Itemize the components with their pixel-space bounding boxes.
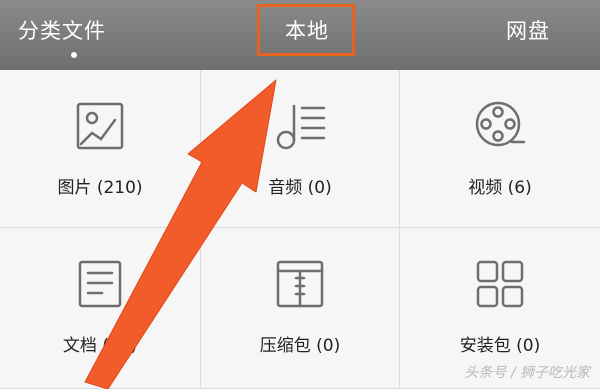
music-note-icon [272,98,328,154]
category-images[interactable]: 图片 (210) [0,70,201,228]
document-icon [72,256,128,312]
category-label: 文档 (16) [62,336,138,356]
category-video[interactable]: 视频 (6) [400,70,600,228]
tab-highlight-box [257,4,355,56]
tab-bar: 分类文件 本地 网盘 [0,0,600,70]
watermark: 头条号 / 狮子吃光家 [464,365,590,381]
tab-cloud-disk[interactable]: 网盘 [478,0,578,62]
film-reel-icon [472,98,528,154]
active-tab-indicator [71,52,77,58]
category-label: 安装包 (0) [459,336,541,356]
category-label: 压缩包 (0) [259,336,341,356]
category-label: 图片 (210) [57,178,143,198]
category-audio[interactable]: 音频 (0) [201,70,400,228]
image-icon [72,98,128,154]
app-package-icon [472,256,528,312]
category-archives[interactable]: 压缩包 (0) [201,228,400,389]
file-category-grid: 图片 (210) 音频 (0) 视频 (6) 文档 (16) 压缩包 (0) 安… [0,70,600,389]
archive-icon [272,256,328,312]
category-documents[interactable]: 文档 (16) [0,228,201,389]
category-label: 视频 (6) [468,178,532,198]
category-label: 音频 (0) [268,178,332,198]
